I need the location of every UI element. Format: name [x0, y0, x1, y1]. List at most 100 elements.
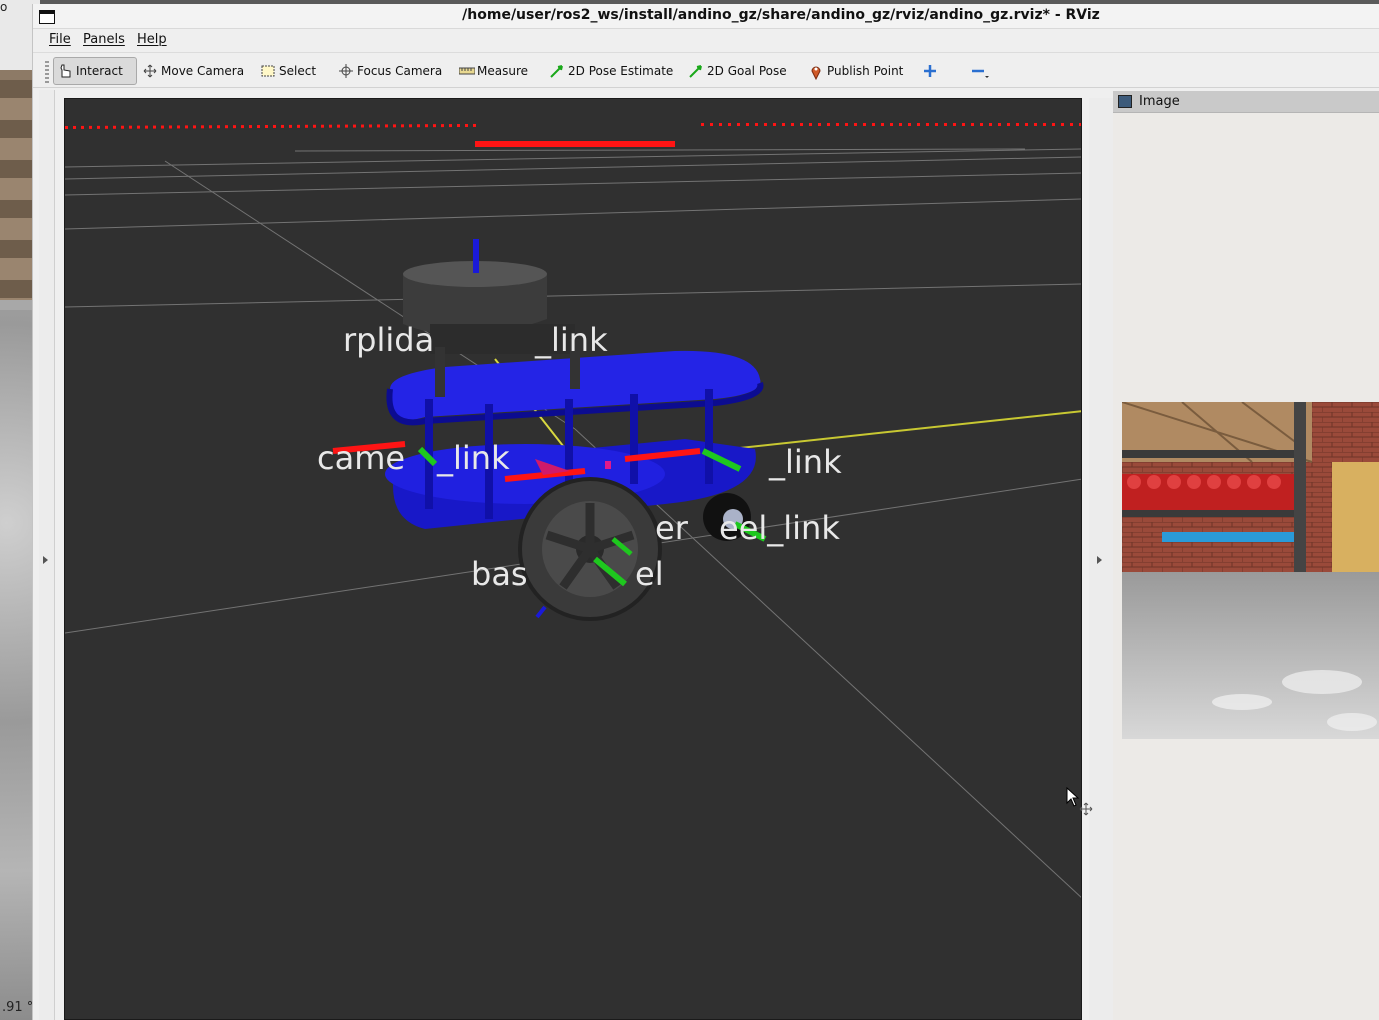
laser-point: [980, 123, 983, 126]
laser-point: [257, 125, 260, 129]
laser-point: [764, 123, 767, 126]
image-panel-header[interactable]: Image: [1113, 91, 1379, 113]
laser-point: [791, 123, 794, 126]
background-floor: [0, 310, 34, 1020]
laser-point: [890, 123, 893, 126]
mouse-cursor-icon: [1066, 786, 1096, 823]
measure-tool-button[interactable]: Measure: [455, 57, 532, 85]
laser-point: [337, 124, 340, 128]
laser-point: [953, 123, 956, 126]
laser-point: [719, 123, 722, 126]
tool-bar: Interact Move Camera Select Focus Camera: [33, 52, 1379, 88]
laser-point: [935, 123, 938, 126]
image-icon: [1118, 95, 1132, 108]
menu-panels[interactable]: Panels: [83, 32, 125, 47]
laser-point: [321, 124, 324, 128]
laser-point: [433, 124, 436, 128]
select-box-icon: [261, 64, 275, 78]
right-dock-splitter[interactable]: [1089, 98, 1113, 1020]
3d-render-view[interactable]: rplida _link came _link _link er eel_lin…: [64, 98, 1082, 1020]
laser-point: [353, 124, 356, 128]
laser-point: [169, 125, 172, 129]
laser-point: [145, 125, 148, 129]
select-label: Select: [279, 64, 317, 78]
select-tool-button[interactable]: Select: [257, 57, 320, 85]
camera-image: [1122, 402, 1379, 739]
laser-point: [73, 125, 76, 129]
add-tool-button[interactable]: [919, 57, 941, 85]
menu-help[interactable]: Help: [137, 32, 167, 47]
laser-point: [201, 125, 204, 129]
laser-point: [962, 123, 965, 126]
laser-point: [161, 125, 164, 129]
laser-point: [305, 124, 308, 128]
frame-label-base-b: el: [635, 555, 664, 593]
publish-point-label: Publish Point: [827, 64, 904, 78]
laser-point: [465, 124, 468, 127]
laser-point: [241, 125, 244, 129]
laser-point: [329, 124, 332, 128]
laser-point: [773, 123, 776, 126]
interact-tool-button[interactable]: Interact: [53, 57, 137, 85]
laser-point: [755, 123, 758, 126]
focus-camera-tool-button[interactable]: Focus Camera: [335, 57, 446, 85]
title-bar[interactable]: /home/user/ros2_ws/install/andino_gz/sha…: [33, 4, 1379, 29]
green-arrow-icon: [689, 64, 703, 78]
laser-point: [917, 123, 920, 126]
laser-point: [1079, 123, 1081, 126]
laser-point: [217, 125, 220, 129]
laser-point: [1025, 123, 1028, 126]
move-camera-icon: [143, 64, 157, 78]
laser-point: [113, 125, 116, 129]
menu-file[interactable]: File: [49, 32, 71, 47]
goal-pose-tool-button[interactable]: 2D Goal Pose: [685, 57, 791, 85]
laser-point: [728, 123, 731, 126]
remove-tool-button[interactable]: [967, 57, 989, 85]
pose-estimate-tool-button[interactable]: 2D Pose Estimate: [546, 57, 677, 85]
collapse-right-arrow-icon[interactable]: [1097, 556, 1102, 564]
expand-left-arrow-icon[interactable]: [43, 556, 48, 564]
laser-point: [233, 125, 236, 129]
laser-point: [377, 124, 380, 128]
image-panel-title: Image: [1139, 94, 1180, 109]
publish-point-tool-button[interactable]: Publish Point: [805, 57, 907, 85]
laser-point: [881, 123, 884, 126]
laser-point: [800, 123, 803, 126]
laser-point: [441, 124, 444, 128]
laser-point: [737, 123, 740, 126]
left-dock-collapsed[interactable]: [39, 90, 55, 1020]
green-arrow-icon: [550, 64, 564, 78]
plus-icon: [923, 64, 937, 78]
laser-point: [1043, 123, 1046, 126]
laser-point: [782, 123, 785, 126]
laser-point: [710, 123, 713, 126]
pose-estimate-label: 2D Pose Estimate: [568, 64, 674, 78]
laser-point: [899, 123, 902, 126]
laser-point: [185, 125, 188, 129]
laser-point: [297, 124, 300, 128]
laser-point: [345, 124, 348, 128]
camera-image-svg: [1122, 402, 1379, 739]
laser-point: [417, 124, 420, 128]
laser-point: [225, 125, 228, 129]
laser-point: [449, 124, 452, 128]
laser-point: [65, 126, 68, 129]
frame-label-right-link: _link: [769, 443, 842, 481]
minus-icon: [971, 64, 989, 78]
laser-point: [129, 125, 132, 129]
laser-point: [473, 123, 476, 127]
laser-point: [105, 125, 108, 129]
focus-camera-label: Focus Camera: [357, 64, 443, 78]
laser-point: [193, 125, 196, 129]
toolbar-grip[interactable]: [45, 61, 49, 83]
laser-point: [81, 125, 84, 129]
laser-point: [872, 123, 875, 126]
move-camera-label: Move Camera: [161, 64, 245, 78]
frame-label-rplidar-tail: _link: [535, 321, 608, 359]
laser-point: [265, 125, 268, 128]
background-glyph: o: [0, 0, 8, 14]
menu-bar: File Panels Help: [33, 29, 1379, 51]
laser-point: [89, 125, 92, 129]
move-camera-tool-button[interactable]: Move Camera: [139, 57, 248, 85]
laser-point: [425, 124, 428, 128]
